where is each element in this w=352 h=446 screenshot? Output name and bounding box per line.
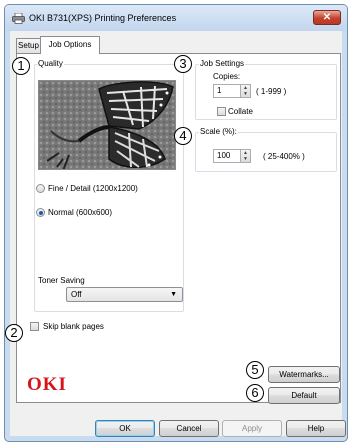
close-button[interactable]: ✕ [313,10,341,25]
quality-fine-label: Fine / Detail (1200x1200) [48,184,138,193]
copies-input[interactable]: 1 [213,84,241,98]
butterfly-preview [39,81,175,169]
collate-checkbox[interactable] [217,107,226,116]
collate-label: Collate [228,107,253,116]
help-button[interactable]: Help [286,420,346,437]
callout-1: 1 [12,57,30,75]
callout-6: 6 [246,384,264,402]
title-bar: OKI B731(XPS) Printing Preferences ✕ [5,5,347,31]
spin-down-icon: ▼ [243,156,248,162]
toner-saving-select[interactable]: Off ▼ [66,287,183,302]
quality-normal-radio[interactable] [36,208,45,217]
copies-range: ( 1-999 ) [256,87,287,96]
default-button[interactable]: Default [268,387,340,404]
watermarks-button[interactable]: Watermarks... [268,366,340,383]
copies-spinner[interactable]: ▲ ▼ [240,84,251,98]
callout-3: 3 [174,55,192,73]
skip-blank-pages-label: Skip blank pages [43,322,104,331]
copies-label: Copies: [213,72,241,81]
tab-setup[interactable]: Setup [16,38,41,53]
tab-job-options[interactable]: Job Options [40,36,100,54]
scale-range: ( 25-400% ) [263,152,305,161]
cancel-button[interactable]: Cancel [159,420,219,437]
quality-label: Quality [37,59,64,68]
spin-down-icon: ▼ [243,91,248,97]
oki-logo: OKI [27,374,67,395]
printer-icon [12,13,25,24]
scale-label: Scale (%): [199,127,238,136]
callout-4: 4 [174,127,192,145]
callout-2: 2 [5,324,23,342]
scale-input[interactable]: 100 [213,149,241,163]
job-settings-label: Job Settings [199,59,246,68]
scale-spinner[interactable]: ▲ ▼ [240,149,251,163]
toner-saving-label: Toner Saving [38,276,85,285]
quality-fine-radio[interactable] [36,184,45,193]
skip-blank-pages-checkbox[interactable] [30,322,39,331]
ok-button[interactable]: OK [95,420,155,437]
callout-5: 5 [246,361,264,379]
quality-normal-label: Normal (600x600) [48,208,113,217]
chevron-down-icon: ▼ [170,291,177,298]
quality-preview-image [38,80,176,170]
window-title: OKI B731(XPS) Printing Preferences [29,13,177,23]
toner-saving-value: Off [71,290,82,299]
apply-button[interactable]: Apply [222,420,282,437]
